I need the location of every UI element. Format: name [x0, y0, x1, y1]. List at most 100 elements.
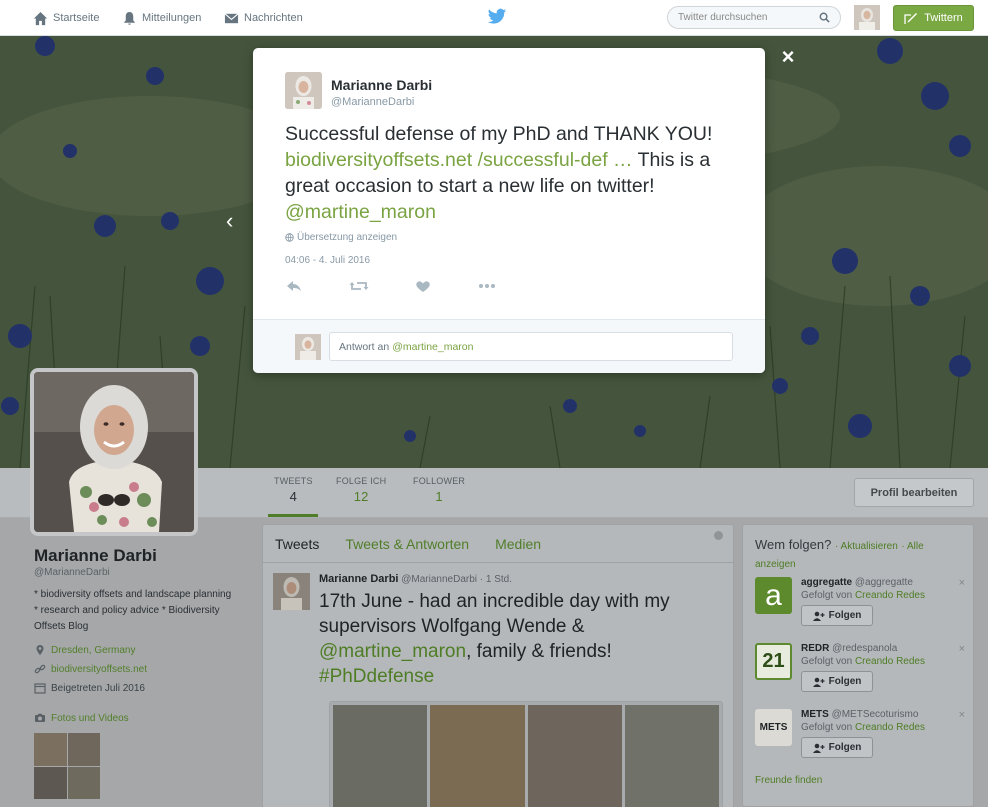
modal-author-handle: @MarianneDarbi	[331, 96, 415, 108]
suggestion-handle: @redespanola	[832, 643, 898, 654]
stat-followers[interactable]: FOLLOWER 1	[413, 476, 465, 504]
search-input[interactable]: Twitter durchsuchen	[667, 6, 841, 29]
suggestion-avatar[interactable]: 21	[755, 643, 792, 680]
suggestion-name[interactable]: aggregatte @aggregatte	[801, 577, 913, 588]
photo-thumbnail-grid[interactable]	[34, 733, 100, 799]
profile-location: Dresden, Germany	[34, 644, 135, 656]
nav-home[interactable]: Startseite	[33, 9, 99, 27]
show-translation-link[interactable]: Übersetzung anzeigen	[285, 232, 397, 243]
search-icon[interactable]	[819, 12, 830, 23]
nav-messages[interactable]: Nachrichten	[224, 9, 303, 27]
nav-notifications[interactable]: Mitteilungen	[122, 9, 201, 27]
refresh-link[interactable]: · Aktualisieren	[835, 541, 898, 552]
close-icon[interactable]: ×	[778, 44, 798, 69]
tweet-text-part: 17th June - had an incredible day with m…	[319, 591, 670, 637]
suggestion-name-bold: METS	[801, 709, 829, 720]
more-options-icon[interactable]	[477, 278, 497, 294]
camera-icon	[35, 713, 45, 722]
media-photo[interactable]	[624, 705, 719, 807]
dismiss-x-icon[interactable]: ×	[959, 709, 965, 721]
top-navigation-bar: Startseite Mitteilungen Nachrichten Twit…	[0, 0, 988, 36]
tab-tweets[interactable]: Tweets	[275, 536, 319, 552]
media-photo[interactable]	[430, 705, 525, 807]
tweet-author-name[interactable]: Marianne Darbi	[319, 573, 398, 585]
add-user-icon	[812, 677, 825, 687]
tweet-media-grid[interactable]	[329, 701, 723, 807]
tab-media[interactable]: Medien	[495, 536, 541, 552]
tab-tweets-replies[interactable]: Tweets & Antworten	[345, 536, 469, 552]
followed-by-name[interactable]: Creando Redes	[855, 590, 925, 601]
reply-placeholder-prefix: Antwort an	[339, 340, 390, 353]
tweet-hashtag-link[interactable]: #PhDdefense	[319, 666, 434, 687]
suggestion-followed-by: Gefolgt von Creando Redes	[801, 722, 925, 733]
tweet-mention-link[interactable]: @martine_maron	[319, 641, 466, 662]
chevron-left-icon[interactable]: ‹	[226, 208, 233, 234]
media-photo[interactable]	[527, 705, 622, 807]
profile-website: biodiversityoffsets.net	[34, 663, 147, 675]
stat-tweets-value: 4	[289, 489, 298, 504]
find-friends-link[interactable]: Freunde finden	[755, 775, 822, 786]
show-translation-label: Übersetzung anzeigen	[297, 232, 398, 243]
edit-profile-button[interactable]: Profil bearbeiten	[854, 478, 974, 507]
photos-videos-link[interactable]: Fotos und Videos	[34, 712, 129, 724]
photo-thumbnail[interactable]	[67, 733, 100, 766]
follow-button[interactable]: Folgen	[801, 605, 873, 626]
reply-input[interactable]: Antwort an @martine_maron	[329, 332, 733, 361]
followed-by-name[interactable]: Creando Redes	[855, 722, 925, 733]
dismiss-x-icon[interactable]: ×	[959, 577, 965, 589]
add-user-icon	[812, 611, 825, 621]
tweet-avatar[interactable]	[273, 573, 310, 610]
avatar-image	[285, 72, 322, 109]
mets-logo-text: METS	[759, 722, 788, 733]
suggestion-name[interactable]: METS @METSecoturismo	[801, 709, 918, 720]
followed-by-name[interactable]: Creando Redes	[855, 656, 925, 667]
timeline-tweet[interactable]: Marianne Darbi @MarianneDarbi · 1 Std. 1…	[263, 565, 733, 689]
link-icon	[34, 664, 46, 674]
tweet-more-caret-icon[interactable]	[714, 531, 723, 540]
user-avatar-menu[interactable]	[854, 5, 880, 30]
suggestion-avatar[interactable]: METS	[755, 709, 792, 746]
modal-timestamp[interactable]: 04:06 - 4. Juli 2016	[285, 255, 370, 266]
follow-button-label: Folgen	[828, 742, 862, 753]
modal-author-avatar[interactable]	[285, 72, 322, 109]
modal-author-name[interactable]: Marianne Darbi	[331, 77, 432, 93]
stat-followers-value: 1	[435, 489, 443, 504]
dismiss-x-icon[interactable]: ×	[959, 643, 965, 655]
avatar-image	[273, 573, 310, 610]
profile-name[interactable]: Marianne Darbi	[34, 546, 157, 566]
tweet-button[interactable]: Twittern	[893, 5, 974, 31]
stat-following-label: FOLGE ICH	[336, 476, 387, 486]
follow-suggestion: 21 REDR @redespanola Gefolgt von Creando…	[755, 643, 965, 703]
stat-tweets[interactable]: TWEETS 4	[274, 476, 313, 504]
nav-notifications-label: Mitteilungen	[142, 12, 202, 24]
timeline-tabs: Tweets Tweets & Antworten Medien	[263, 525, 733, 563]
profile-website-link[interactable]: biodiversityoffsets.net	[51, 664, 147, 675]
profile-location-text[interactable]: Dresden, Germany	[51, 645, 135, 656]
follow-button[interactable]: Folgen	[801, 671, 873, 692]
photo-thumbnail[interactable]	[34, 766, 67, 799]
suggestion-name[interactable]: REDR @redespanola	[801, 643, 897, 654]
modal-tweet-link[interactable]: biodiversityoffsets.net /successful-def …	[285, 149, 633, 171]
heart-icon[interactable]	[413, 278, 433, 294]
modal-mention-link[interactable]: @martine_maron	[285, 201, 436, 223]
followed-by-prefix: Gefolgt von	[801, 656, 853, 667]
follow-button-label: Folgen	[828, 610, 862, 621]
stat-following[interactable]: FOLGE ICH 12	[336, 476, 386, 504]
who-to-follow-heading: Wem folgen?	[755, 537, 832, 552]
tweet-author-handle: @MarianneDarbi	[401, 574, 477, 585]
profile-avatar[interactable]	[30, 368, 198, 536]
photos-videos-label: Fotos und Videos	[51, 712, 129, 724]
retweet-icon[interactable]	[349, 278, 369, 294]
reply-icon[interactable]	[285, 278, 305, 294]
media-photo[interactable]	[333, 705, 428, 807]
envelope-icon	[224, 12, 239, 23]
suggestion-avatar[interactable]: a	[755, 577, 792, 614]
profile-bio: * biodiversity offsets and landscape pla…	[34, 589, 232, 632]
twitter-bird-icon[interactable]	[487, 8, 507, 26]
tweet-text-part: , family & friends!	[466, 641, 612, 662]
follow-button[interactable]: Folgen	[801, 737, 873, 758]
photo-thumbnail[interactable]	[34, 733, 67, 766]
suggestion-name-bold: REDR	[801, 643, 830, 654]
tweet-time[interactable]: · 1 Std.	[480, 574, 512, 585]
photo-thumbnail[interactable]	[67, 766, 100, 799]
